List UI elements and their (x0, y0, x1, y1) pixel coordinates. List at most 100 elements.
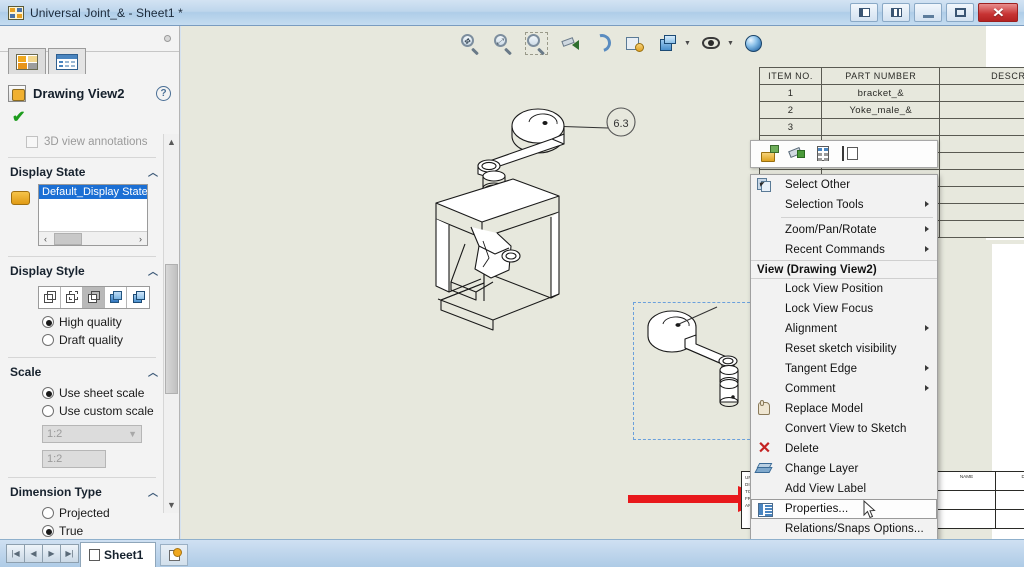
checkbox-3d-view-annotations[interactable] (26, 136, 38, 148)
menu-item-zoom-pan-rotate[interactable]: Zoom/Pan/Rotate (751, 220, 937, 240)
zoom-in-out-icon[interactable] (523, 30, 549, 56)
close-button[interactable]: ✕ (978, 3, 1018, 22)
help-icon[interactable]: ? (156, 86, 171, 101)
context-mini-toolbar[interactable] (750, 140, 938, 168)
section-dimension-type-header[interactable]: Dimension Type ︿ (0, 478, 164, 504)
menu-item-change-layer[interactable]: Change Layer (751, 459, 937, 479)
option-use-sheet-scale[interactable]: Use sheet scale (0, 384, 164, 402)
nav-last-button[interactable]: ▶| (60, 544, 79, 563)
style-shaded-button[interactable] (127, 287, 149, 308)
drawing-view2-selected[interactable] (639, 304, 751, 436)
menu-item-recent-commands[interactable]: Recent Commands (751, 240, 937, 260)
radio-use-custom-scale[interactable] (42, 405, 54, 417)
section-view-icon[interactable] (622, 30, 648, 56)
option-projected[interactable]: Projected (0, 504, 164, 522)
option-true[interactable]: True (0, 522, 164, 539)
scroll-up-arrow-icon[interactable]: ▲ (164, 134, 179, 150)
table-row[interactable]: 2Yoke_male_&1 (758, 101, 1024, 119)
table-row[interactable]: 31 (758, 118, 1024, 136)
menu-item-comment[interactable]: Comment (751, 379, 937, 399)
menu-item-alignment[interactable]: Alignment (751, 319, 937, 339)
chevron-down-icon[interactable]: ▼ (128, 429, 137, 439)
menu-item-select-other[interactable]: Select Other (751, 175, 937, 195)
radio-true[interactable] (42, 525, 54, 537)
confirm-ok-button[interactable]: ✔ (0, 104, 179, 133)
scroll-right-arrow-icon[interactable]: › (134, 234, 147, 244)
hide-show-items-icon[interactable] (698, 30, 724, 56)
insert-note-icon[interactable] (842, 146, 859, 162)
section-scale-header[interactable]: Scale ︿ (0, 358, 164, 384)
nav-next-button[interactable]: ▶ (42, 544, 61, 563)
chevron-up-icon[interactable]: ︿ (148, 484, 158, 499)
context-menu[interactable]: Select Other Selection Tools Zoom/Pan/Ro… (750, 174, 938, 539)
option-use-custom-scale[interactable]: Use custom scale (0, 402, 164, 420)
section-display-style-header[interactable]: Display Style ︿ (0, 257, 164, 283)
menu-item-convert-view-to-sketch[interactable]: Convert View to Sketch (751, 419, 937, 439)
scroll-thumb[interactable] (165, 264, 178, 394)
panel-scrollbar[interactable]: ▲ ▼ (163, 134, 179, 513)
table-row[interactable]: 1bracket_&1 (758, 84, 1024, 102)
nav-prev-button[interactable]: ◀ (24, 544, 43, 563)
style-shaded-with-edges-button[interactable] (105, 287, 127, 308)
menu-item-selection-tools[interactable]: Selection Tools (751, 195, 937, 215)
option-draft-quality[interactable]: Draft quality (0, 331, 164, 349)
auto-hide-pin-icon[interactable] (164, 35, 171, 42)
radio-high-quality[interactable] (42, 316, 54, 328)
zoom-to-fit-icon[interactable]: ✥ (457, 30, 483, 56)
menu-item-lock-view-position[interactable]: Lock View Position (751, 279, 937, 299)
nav-first-button[interactable]: |◀ (6, 544, 25, 563)
tab-property-manager[interactable] (8, 48, 46, 74)
menu-item-lock-view-focus[interactable]: Lock View Focus (751, 299, 937, 319)
isometric-assembly-view[interactable]: 6.3 (421, 86, 661, 336)
rotate-view-icon[interactable] (589, 30, 615, 56)
zoom-to-area-icon[interactable]: ⤢ (490, 30, 516, 56)
chevron-down-icon[interactable]: ▼ (684, 40, 691, 47)
scale-custom-field[interactable]: 1:2 (42, 450, 106, 468)
menu-item-properties[interactable]: Properties... (751, 499, 937, 519)
chevron-up-icon[interactable]: ︿ (148, 364, 158, 379)
menu-item-delete[interactable]: ✕ Delete (751, 439, 937, 459)
style-wireframe-button[interactable] (39, 287, 61, 308)
menu-item-relations-snaps-options[interactable]: Relations/Snaps Options... (751, 519, 937, 539)
radio-projected[interactable] (42, 507, 54, 519)
list-item[interactable]: Default_Display State-1 (39, 185, 147, 199)
view-orientation-icon[interactable] (655, 30, 681, 56)
sig-name-checked[interactable] (938, 510, 996, 528)
open-drawing-icon[interactable] (761, 145, 779, 162)
sheet-tab-sheet1[interactable]: Sheet1 (80, 542, 156, 567)
menu-item-reset-sketch-visibility[interactable]: Reset sketch visibility (751, 339, 937, 359)
insert-table-icon[interactable] (815, 146, 832, 162)
scroll-thumb[interactable] (54, 232, 82, 245)
chevron-up-icon[interactable]: ︿ (148, 263, 158, 278)
option-high-quality[interactable]: High quality (0, 313, 164, 331)
radio-draft-quality[interactable] (42, 334, 54, 346)
radio-use-sheet-scale[interactable] (42, 387, 54, 399)
scroll-down-arrow-icon[interactable]: ▼ (164, 497, 179, 513)
display-state-listbox[interactable]: Default_Display State-1 ‹ › (38, 184, 148, 246)
doc-restore-button[interactable] (850, 3, 878, 22)
tab-feature-manager[interactable] (48, 48, 86, 74)
section-display-state-header[interactable]: Display State ︿ (0, 158, 164, 184)
apply-scene-icon[interactable] (741, 30, 767, 56)
menu-item-replace-model[interactable]: Replace Model (751, 399, 937, 419)
menu-item-add-view-label[interactable]: Add View Label (751, 479, 937, 499)
chevron-up-icon[interactable]: ︿ (148, 164, 158, 179)
scale-dropdown[interactable]: 1:2 ▼ (42, 425, 142, 443)
sig-name-drawn[interactable] (938, 491, 996, 509)
doc-minimize-button[interactable] (882, 3, 910, 22)
minimize-button[interactable] (914, 3, 942, 22)
style-hidden-lines-visible-button[interactable] (61, 287, 83, 308)
menu-item-tangent-edge[interactable]: Tangent Edge (751, 359, 937, 379)
restore-button[interactable] (946, 3, 974, 22)
listbox-horizontal-scrollbar[interactable]: ‹ › (39, 231, 147, 245)
paint-appearance-icon[interactable] (788, 146, 805, 162)
drawing-canvas[interactable]: ✥ ⤢ ▼ ▼ ITEM NO. PART NUMBER DESCR 1 bra… (181, 26, 1024, 539)
chevron-down-icon[interactable]: ▼ (727, 40, 734, 47)
scroll-left-arrow-icon[interactable]: ‹ (39, 234, 52, 244)
previous-view-icon[interactable] (556, 30, 582, 56)
add-sheet-icon[interactable] (160, 544, 188, 566)
option-3d-view-annotations[interactable]: 3D view annotations (0, 134, 164, 152)
sig-date-checked[interactable] (996, 510, 1024, 528)
sig-date-drawn[interactable] (996, 491, 1024, 509)
style-hidden-lines-removed-button[interactable] (83, 287, 105, 308)
